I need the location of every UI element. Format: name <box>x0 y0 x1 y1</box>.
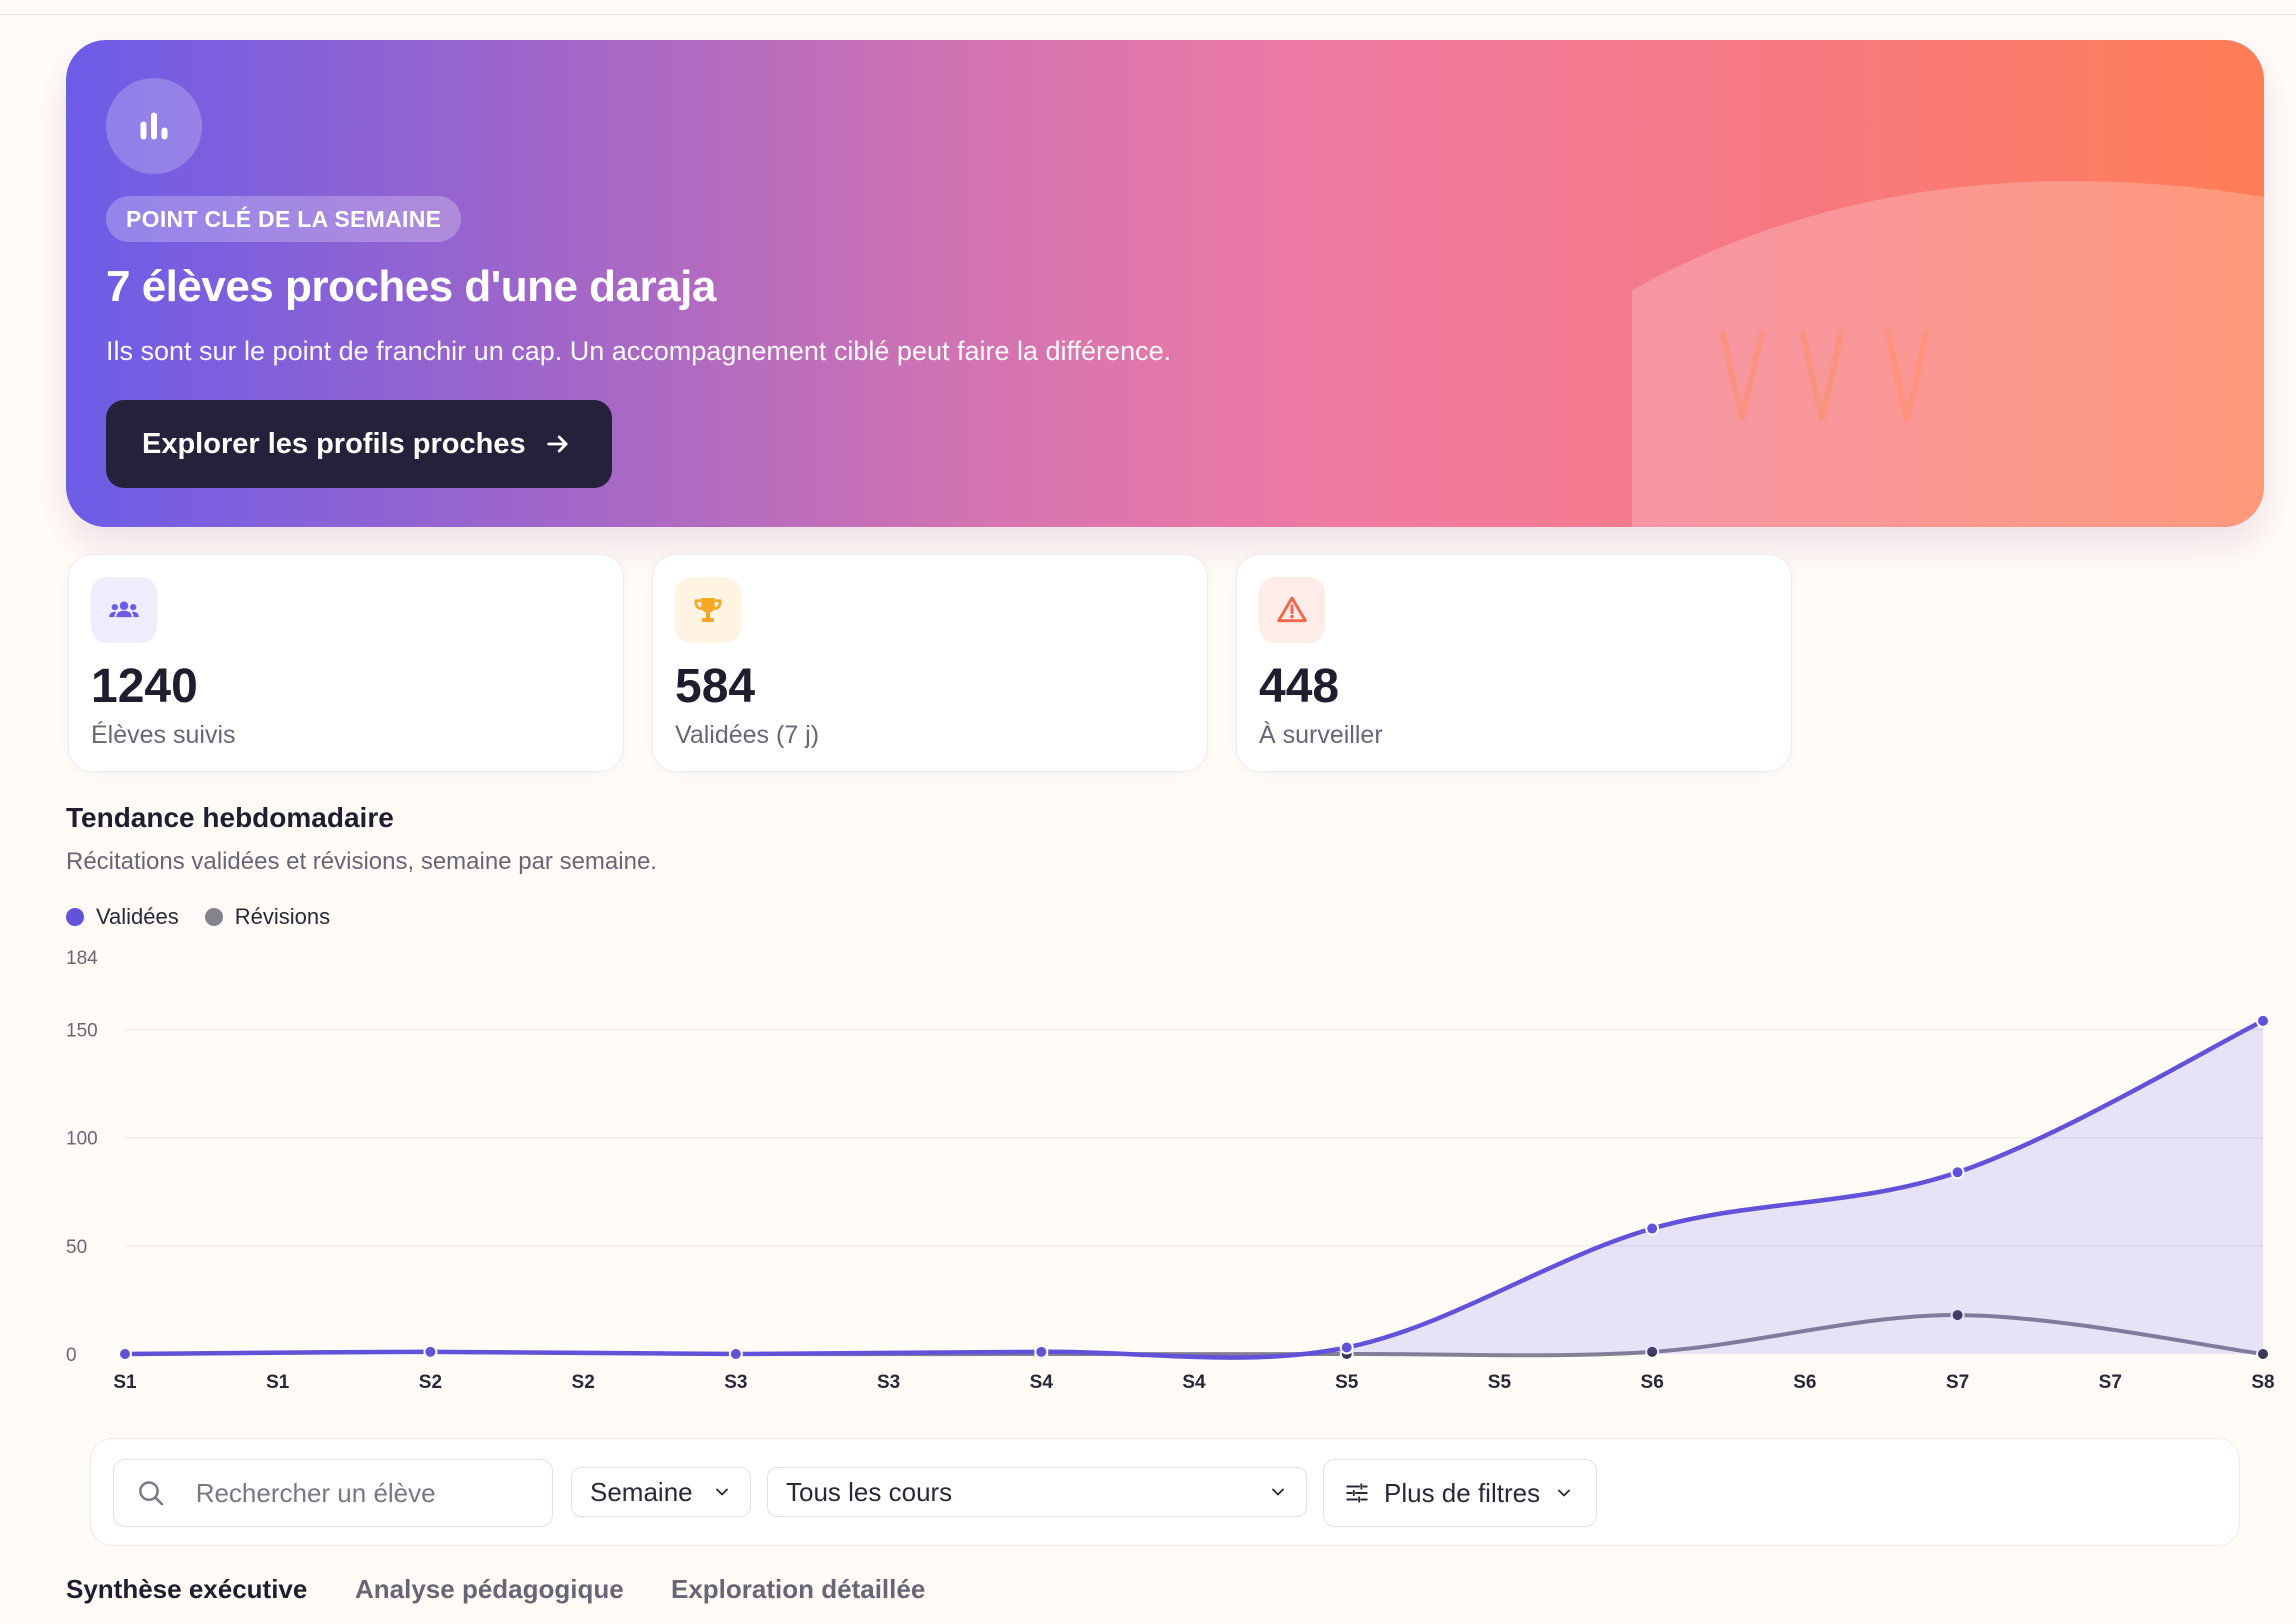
validated-point <box>423 1344 438 1359</box>
explore-profiles-button[interactable]: Explorer les profils proches <box>106 400 612 488</box>
chevron-down-icon <box>716 1488 728 1496</box>
legend-item-revisions[interactable]: Révisions <box>204 904 331 930</box>
period-select-value: Semaine <box>590 1476 693 1507</box>
legend-label: Révisions <box>234 904 331 929</box>
x-tick-label: S3 <box>877 1372 900 1393</box>
y-max-label: 184 <box>66 948 98 969</box>
validated-point <box>1950 1165 1965 1180</box>
validated-point <box>1339 1340 1354 1355</box>
top-divider <box>0 14 2296 15</box>
stat-label: Validées (7 j) <box>675 721 820 749</box>
hero-badge: POINT CLÉ DE LA SEMAINE <box>106 196 462 242</box>
stat-card-validated: 584 Validées (7 j) <box>652 554 1208 772</box>
chart-legend: Validées Révisions <box>66 904 330 930</box>
y-tick-label: 150 <box>66 1021 98 1042</box>
search-box[interactable] <box>113 1459 553 1527</box>
bar-chart-icon <box>106 78 202 174</box>
stat-card-students: 1240 Élèves suivis <box>68 554 624 772</box>
course-select-value: Tous les cours <box>786 1476 953 1507</box>
validated-point <box>2256 1013 2270 1028</box>
filter-bar: Semaine Tous les cours Plus de filtres <box>90 1438 2240 1546</box>
y-tick-label: 0 <box>66 1345 77 1366</box>
chart-title: Tendance hebdomadaire <box>66 802 394 833</box>
users-icon <box>91 577 157 643</box>
stat-value: 1240 <box>91 660 198 713</box>
validated-area <box>125 1020 2263 1358</box>
arrow-right-icon <box>546 435 568 453</box>
validated-point <box>728 1347 743 1361</box>
hero-decoration <box>1632 181 2264 527</box>
explore-profiles-label: Explorer les profils proches <box>142 427 526 460</box>
x-tick-label: S6 <box>1793 1372 1816 1393</box>
stat-value: 448 <box>1259 660 1340 713</box>
x-tick-label: S7 <box>1946 1372 1969 1393</box>
y-tick-label: 100 <box>66 1129 98 1150</box>
x-tick-label: S4 <box>1182 1372 1206 1393</box>
stat-value: 584 <box>675 660 756 713</box>
x-tick-label: S3 <box>724 1372 747 1393</box>
legend-dot <box>204 908 223 926</box>
hero-banner: POINT CLÉ DE LA SEMAINE 7 élèves proches… <box>66 40 2264 527</box>
x-tick-label: S2 <box>419 1372 442 1393</box>
stat-label: Élèves suivis <box>91 721 236 749</box>
validated-point <box>118 1347 132 1361</box>
hero-title: 7 élèves proches d'une daraja <box>106 262 716 311</box>
stat-label: À surveiller <box>1259 721 1383 749</box>
x-tick-label: S1 <box>266 1372 290 1393</box>
trophy-icon <box>675 577 741 643</box>
x-tick-label: S1 <box>113 1372 137 1393</box>
tab-detailed-exploration[interactable]: Exploration détaillée <box>671 1574 925 1605</box>
warning-icon <box>1259 577 1325 643</box>
chevron-down-icon <box>1558 1489 1570 1497</box>
course-select[interactable]: Tous les cours <box>767 1467 1307 1517</box>
sliders-icon <box>1346 1483 1368 1503</box>
y-tick-label: 50 <box>66 1237 87 1258</box>
trend-chart: 184 0 50 100 150 S1 S1 S2 S2 S3 S3 S4 S4 S5 S5 S6 S6 S7 S7… <box>66 948 2275 1393</box>
x-tick-label: S2 <box>572 1372 595 1393</box>
validated-point <box>1034 1344 1049 1359</box>
x-tick-label: S8 <box>2251 1372 2274 1393</box>
chart-subtitle: Récitations validées et révisions, semai… <box>66 848 657 875</box>
x-tick-label: S5 <box>1488 1372 1512 1393</box>
period-select[interactable]: Semaine <box>571 1467 751 1517</box>
hero-subtitle: Ils sont sur le point de franchir un cap… <box>106 336 1172 366</box>
more-filters-button[interactable]: Plus de filtres <box>1323 1459 1597 1527</box>
legend-item-validated[interactable]: Validées <box>66 904 179 930</box>
chevron-down-icon <box>1272 1488 1284 1496</box>
stat-card-watch: 448 À surveiller <box>1236 554 1792 772</box>
validated-point <box>1645 1221 1660 1236</box>
x-tick-label: S4 <box>1030 1372 1054 1393</box>
legend-label: Validées <box>96 904 179 929</box>
legend-dot <box>66 908 84 926</box>
more-filters-label: Plus de filtres <box>1384 1477 1541 1508</box>
tab-executive-summary[interactable]: Synthèse exécutive <box>66 1574 307 1605</box>
x-tick-label: S6 <box>1641 1372 1664 1393</box>
search-icon <box>139 1481 164 1506</box>
search-input[interactable] <box>195 1477 552 1509</box>
x-tick-label: S7 <box>2099 1372 2122 1393</box>
tab-pedagogical-analysis[interactable]: Analyse pédagogique <box>355 1574 624 1605</box>
x-tick-label: S5 <box>1335 1372 1359 1393</box>
